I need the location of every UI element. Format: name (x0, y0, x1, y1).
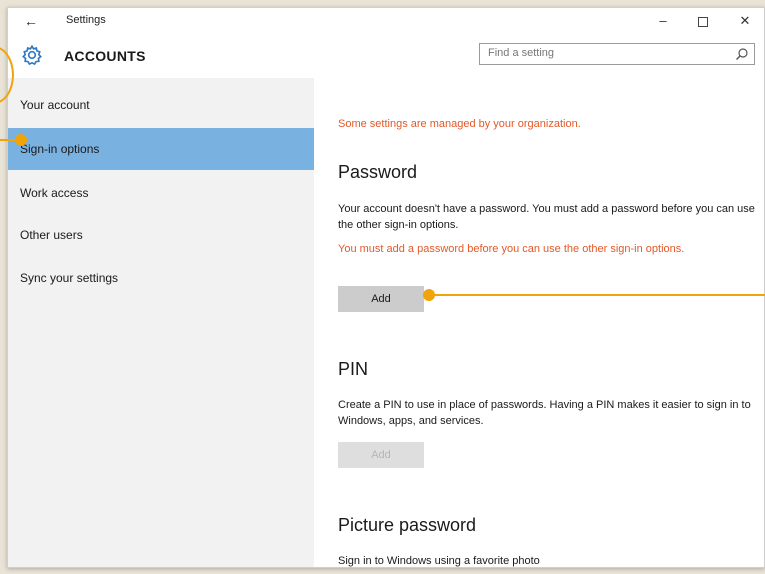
callout-line (431, 294, 765, 296)
sidebar-item-other-users[interactable]: Other users (8, 214, 314, 256)
back-button[interactable]: ← (18, 9, 44, 33)
add-password-button[interactable]: Add (338, 286, 424, 312)
callout-dot (15, 134, 27, 146)
search-box[interactable] (479, 43, 755, 65)
close-icon: ✕ (739, 13, 751, 28)
add-pin-button[interactable]: Add (338, 442, 424, 468)
minimize-button[interactable]: – (648, 10, 678, 32)
window-title: Settings (66, 14, 106, 26)
page-header: ACCOUNTS (8, 34, 764, 80)
maximize-button[interactable] (688, 10, 718, 32)
back-arrow-icon: ← (24, 13, 38, 29)
callout-dot (423, 289, 435, 301)
sidebar-item-label: Other users (20, 228, 83, 242)
sidebar: Your account Sign-in options Work access… (8, 78, 314, 567)
search-icon (736, 48, 748, 60)
organization-notice: Some settings are managed by your organi… (338, 118, 581, 130)
sidebar-item-label: Your account (20, 98, 90, 112)
title-bar: ← Settings – ✕ (8, 8, 764, 34)
search-input[interactable] (488, 47, 718, 59)
sidebar-item-label: Work access (20, 186, 89, 200)
picture-password-heading: Picture password (338, 515, 477, 535)
pin-heading: PIN (338, 359, 369, 379)
sidebar-item-your-account[interactable]: Your account (8, 84, 314, 126)
page-title: ACCOUNTS (64, 48, 146, 64)
sidebar-item-sync-your-settings[interactable]: Sync your settings (8, 257, 314, 299)
sidebar-item-label: Sign-in options (20, 142, 100, 156)
maximize-icon (698, 16, 708, 27)
password-description: Your account doesn't have a password. Yo… (338, 203, 755, 231)
sidebar-item-sign-in-options[interactable]: Sign-in options (8, 128, 314, 170)
sidebar-item-label: Sync your settings (20, 271, 119, 285)
gear-icon (22, 44, 42, 66)
sidebar-item-work-access[interactable]: Work access (8, 172, 314, 214)
password-heading: Password (338, 162, 418, 182)
picture-password-description: Sign in to Windows using a favorite phot… (338, 555, 540, 567)
content-pane: Some settings are managed by your organi… (314, 78, 764, 567)
password-warning: You must add a password before you can u… (338, 243, 685, 255)
close-button[interactable]: ✕ (730, 10, 760, 32)
settings-window: ← Settings – ✕ ACCOUNTS Find a setting Y… (7, 7, 765, 568)
minimize-icon: – (659, 13, 667, 28)
pin-description: Create a PIN to use in place of password… (338, 399, 751, 427)
